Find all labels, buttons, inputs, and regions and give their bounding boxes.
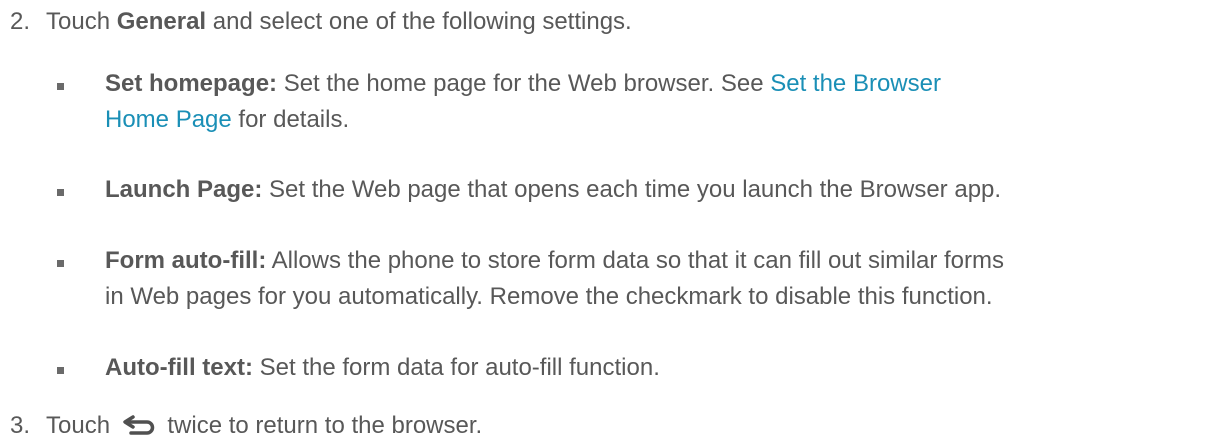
- step-text-before: Touch: [46, 412, 117, 439]
- link-set-browser-home-page[interactable]: Set the Browser: [770, 70, 941, 97]
- bullet-text: Set homepage: Set the home page for the …: [105, 66, 1205, 138]
- step-text-after: and select one of the following settings…: [206, 8, 632, 35]
- step-3: 3. Touch twice to return to the browser.: [10, 412, 482, 442]
- step-number: 3.: [10, 412, 31, 439]
- step-2: 2. Touch General and select one of the fo…: [10, 8, 632, 36]
- bullet-body: Set the Web page that opens each time yo…: [262, 176, 1002, 203]
- back-icon: [121, 414, 157, 442]
- bullet-square-icon: [57, 83, 64, 90]
- bullet-label: Launch Page:: [105, 176, 263, 203]
- bullet-square-icon: [57, 367, 64, 374]
- step-text-before: Touch: [46, 8, 117, 35]
- bullet-label: Form auto-fill:: [105, 247, 267, 274]
- bullet-body: Allows the phone to store form data so t…: [266, 247, 1004, 274]
- bullet-body: Set the home page for the Web browser. S…: [277, 70, 771, 97]
- step-text-after: twice to return to the browser.: [160, 412, 483, 439]
- bullet-body-end: for details.: [231, 106, 350, 133]
- bullet-label: Auto-fill text:: [105, 354, 253, 381]
- bullet-square-icon: [57, 260, 64, 267]
- bullet-body-line2: in Web pages for you automatically. Remo…: [105, 283, 993, 310]
- bullet-text: Auto-fill text: Set the form data for au…: [105, 350, 1205, 386]
- bullet-label: Set homepage:: [105, 70, 278, 97]
- bullet-square-icon: [57, 189, 64, 196]
- bullet-text: Launch Page: Set the Web page that opens…: [105, 172, 1205, 208]
- bullet-body: Set the form data for auto-fill function…: [252, 354, 660, 381]
- link-set-browser-home-page-cont[interactable]: Home Page: [105, 106, 232, 133]
- step-number: 2.: [10, 8, 31, 35]
- bullet-text: Form auto-fill: Allows the phone to stor…: [105, 243, 1205, 315]
- step-bold-general: General: [116, 8, 207, 35]
